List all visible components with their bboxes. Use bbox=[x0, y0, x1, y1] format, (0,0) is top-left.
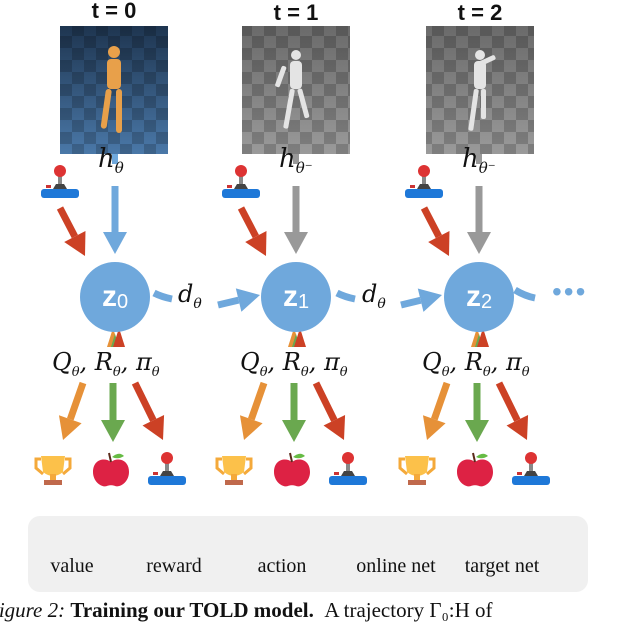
policy-arrow-0 bbox=[131, 381, 165, 440]
legend-label-action: action bbox=[257, 555, 307, 577]
action-input-icon-2 bbox=[405, 165, 443, 198]
timestep-label-0: t = 0 bbox=[91, 0, 137, 23]
latent-node-1: z1 bbox=[261, 262, 331, 332]
legend-label-online-net: online net bbox=[356, 555, 436, 577]
reward-arrow-2 bbox=[465, 383, 489, 442]
continuation-dots: ••• bbox=[552, 276, 588, 307]
dynamics-arrow-1 bbox=[400, 288, 442, 312]
trophy-icon-0 bbox=[34, 456, 72, 485]
apple-icon-2 bbox=[457, 452, 493, 487]
dynamics-label-0: dθ bbox=[178, 280, 202, 312]
dynamics-tail-0 bbox=[152, 289, 173, 303]
action-input-arrow-2 bbox=[420, 206, 450, 256]
dynamics-tail-2 bbox=[513, 286, 536, 302]
trophy-icon-2 bbox=[398, 456, 436, 485]
encoder-arrow-0 bbox=[103, 186, 127, 254]
encoder-arrow-1 bbox=[284, 186, 308, 254]
action-input-icon-1 bbox=[222, 165, 260, 198]
dynamics-arrow-0 bbox=[217, 288, 260, 312]
joystick-icon-2 bbox=[512, 452, 550, 485]
dynamics-tail-1 bbox=[335, 289, 356, 303]
timestep-label-2: t = 2 bbox=[457, 0, 503, 25]
encoder-label-2: hθ⁻ bbox=[462, 144, 496, 178]
legend bbox=[28, 516, 588, 592]
value-arrow-1 bbox=[239, 381, 268, 440]
policy-arrow-1 bbox=[312, 381, 346, 440]
frame-t0 bbox=[60, 26, 168, 154]
timestep-label-1: t = 1 bbox=[273, 0, 319, 25]
frame-t2 bbox=[426, 26, 534, 154]
action-input-arrow-0 bbox=[56, 206, 86, 256]
encoder-arrow-2 bbox=[467, 186, 491, 254]
action-input-icon-0 bbox=[41, 165, 79, 198]
legend-label-target-net: target net bbox=[464, 555, 540, 577]
heads-label-1: Qθ, Rθ, πθ bbox=[240, 348, 348, 380]
reward-arrow-0 bbox=[101, 383, 125, 442]
latent-node-0: z0 bbox=[80, 262, 150, 332]
trophy-icon-1 bbox=[215, 456, 253, 485]
dynamics-label-1: dθ bbox=[362, 280, 386, 312]
value-arrow-0 bbox=[58, 381, 87, 440]
policy-arrow-2 bbox=[495, 381, 529, 440]
apple-icon-1 bbox=[274, 452, 310, 487]
heads-label-2: Qθ, Rθ, πθ bbox=[422, 348, 530, 380]
frame-t1 bbox=[242, 26, 350, 154]
value-arrow-2 bbox=[422, 381, 451, 440]
encoder-label-0: hθ bbox=[98, 144, 124, 178]
legend-label-reward: reward bbox=[146, 555, 202, 577]
joystick-icon-0 bbox=[148, 452, 186, 485]
joystick-icon-1 bbox=[329, 452, 367, 485]
figure-caption: Figure 2: Training our TOLD model. A tra… bbox=[0, 598, 493, 622]
encoder-label-1: hθ⁻ bbox=[279, 144, 313, 178]
action-input-arrow-1 bbox=[237, 206, 267, 256]
heads-label-0: Qθ, Rθ, πθ bbox=[52, 348, 160, 380]
latent-node-2: z2 bbox=[444, 262, 514, 332]
reward-arrow-1 bbox=[282, 383, 306, 442]
apple-icon-0 bbox=[93, 452, 129, 487]
